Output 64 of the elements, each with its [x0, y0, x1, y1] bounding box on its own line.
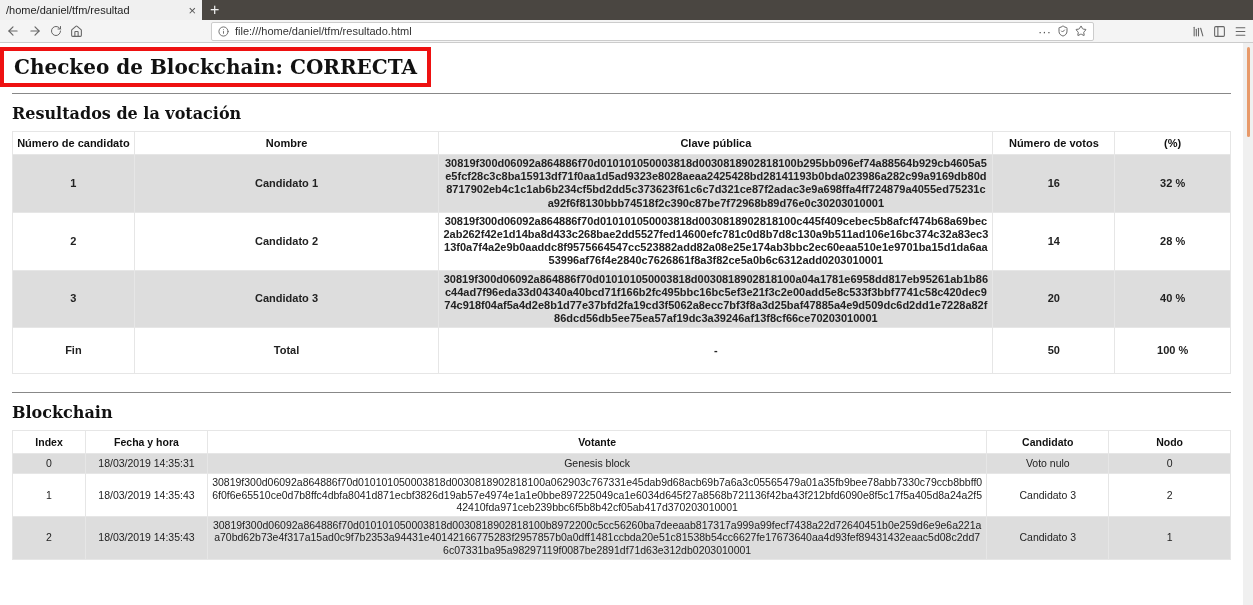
close-tab-button[interactable]: × — [188, 2, 196, 18]
table-cell: 0 — [12, 453, 86, 474]
table-cell: - — [438, 327, 993, 374]
table-cell: 30819f300d06092a864886f70d010101050003818d0030818902818100a04a1781e6958dd817eb95261ab1b86c44ad7f96eda33d04340a40bcd71f166b2fc495bbc16bc5ef3e21f3c2e00add5e8c533f3bbf7741c58c420dec974c918f04af5a4d2e8b1d77e37bfd2fa19cd3f5062a8ecc7bf3f8a3d25baf47885a4e9d509dc6d2dd1e7228a82f86dcd56db5ee75ea57af19dc3a39246af13f8cf66ce70203010001 — [438, 270, 993, 328]
table-cell: 18/03/2019 14:35:43 — [85, 473, 208, 517]
section-heading: Blockchain — [12, 403, 114, 423]
table-cell: 30819f300d06092a864886f70d010101050003818d0030818902818100b8972200c5cc56260ba7deeaab817317a999a99fecf7438a22d72640451b0e259d6e9e6a221aa70bd62b73e4f317a15ad0c9f7b2353a94431e40142166775283f2957857b0a0dff1481ccbda20e51c81538b54cc6627fe17673640aa4d93fef89431432eaac5d08c2dd76c07331ba95a98297119f0087be2891df71d63e312db0203010001 — [207, 516, 987, 560]
star-icon[interactable] — [1075, 25, 1087, 37]
back-icon[interactable] — [6, 24, 20, 38]
table-cell: 14 — [993, 212, 1115, 270]
shield-icon[interactable] — [1057, 25, 1069, 37]
scrollbar[interactable] — [1243, 43, 1253, 605]
reload-icon[interactable] — [50, 25, 62, 37]
table-cell: 2 — [12, 212, 135, 270]
table-cell: Genesis block — [207, 453, 987, 474]
table-cell: 20 — [993, 270, 1115, 328]
column-header: Nodo — [1108, 430, 1231, 454]
table-cell: 32 % — [1114, 154, 1231, 213]
library-icon[interactable] — [1192, 24, 1205, 38]
table-cell: 0 — [1108, 453, 1231, 474]
table-cell: 1 — [12, 473, 86, 517]
table-cell: 30819f300d06092a864886f70d010101050003818d0030818902818100c445f409cebec5b8afcf474b68a69bec2ab262f42e1d14ba8d433c268bae2dd5527fed14600efc781c0d8b7d8c130a9b511ad106e16bc374c32a83ec313f0a7f4a2e9b0aaddc8f9575664547cc523882add82a08e25e174ab3bbc2ec60eaa510e1e9701ba15d1da6aa53996af76f4e2840c7626861f8a3f82ce5a0b6c6312add0203010001 — [438, 212, 993, 270]
forward-icon[interactable] — [28, 24, 42, 38]
table-cell: 18/03/2019 14:35:31 — [85, 453, 208, 474]
section-heading: Resultados de la votación — [12, 104, 243, 123]
column-header: Candidato — [986, 430, 1109, 454]
table-cell: Candidato 3 — [986, 516, 1109, 560]
browser-tab[interactable]: /home/daniel/tfm/resultad × — [0, 0, 202, 20]
home-icon[interactable] — [70, 24, 83, 38]
new-tab-button[interactable]: + — [202, 0, 228, 20]
table-cell: Candidato 2 — [134, 212, 439, 270]
column-header: (%) — [1114, 131, 1231, 155]
table-cell: 40 % — [1114, 270, 1231, 328]
page-title: Checkeo de Blockchain: CORRECTA — [0, 47, 431, 87]
table-cell: 2 — [1108, 473, 1231, 517]
table-cell: 28 % — [1114, 212, 1231, 270]
address-bar[interactable]: file:///home/daniel/tfm/resultado.html ··· — [211, 21, 1094, 41]
table-cell: 30819f300d06092a864886f70d010101050003818d0030818902818100a062903c767331e45dab9d68acb69b7a6a3c05565479a01a35fb9bee78abb7330c79ccb8bbff06f0f6e65510ce0d7b8ffc4dbfa8041d871ecbf3826d19ab57e4974e1a1e0bbe897225049ca1e6034d645f27a8568b721136f42ba43f212bfd6090e8f5c17f5a405d8a24a2f542410fda971ceb239bbc6f5b8b42cf05ab417d370203010001 — [207, 473, 987, 517]
column-header: Index — [12, 430, 86, 454]
column-header: Número de candidato — [12, 131, 135, 155]
table-cell: 16 — [993, 154, 1115, 213]
column-header: Clave pública — [438, 131, 993, 155]
info-icon[interactable] — [218, 25, 229, 37]
table-cell: Total — [134, 327, 439, 374]
column-header: Nombre — [134, 131, 439, 155]
more-button[interactable]: ··· — [1038, 23, 1051, 39]
column-header: Votante — [207, 430, 987, 454]
sidebar-icon[interactable] — [1213, 24, 1226, 38]
table-cell: Fin — [12, 327, 135, 374]
table-cell: Candidato 3 — [986, 473, 1109, 517]
table-cell: Candidato 1 — [134, 154, 439, 213]
table-cell: 2 — [12, 516, 86, 560]
table-cell: 3 — [12, 270, 135, 328]
table-cell: 1 — [12, 154, 135, 213]
table-cell: 50 — [993, 327, 1115, 374]
table-cell: 18/03/2019 14:35:43 — [85, 516, 208, 560]
table-cell: Voto nulo — [986, 453, 1109, 474]
table-cell: 1 — [1108, 516, 1231, 560]
table-cell: 30819f300d06092a864886f70d010101050003818d0030818902818100b295bb096ef74a88564b929cb4605a5e5fcf28c3c8ba15913df71f0aa1d5ad9323e8028aeaa2425428bd28141193b0bda023986a282c99a9169db80d8717902eb4c1c1ab6b234cf5bd2dd5c373623f61c6c7d321ce87f2adac3e9a698ffa4ff724879a4055ed75231ca92f6f8130bbb74518f2c390c87be7f72968b89d76e0c30203010001 — [438, 154, 993, 213]
table-cell: Candidato 3 — [134, 270, 439, 328]
column-header: Fecha y hora — [85, 430, 208, 454]
table-cell: 100 % — [1114, 327, 1231, 374]
menu-icon[interactable] — [1234, 24, 1247, 38]
column-header: Número de votos — [993, 131, 1115, 155]
